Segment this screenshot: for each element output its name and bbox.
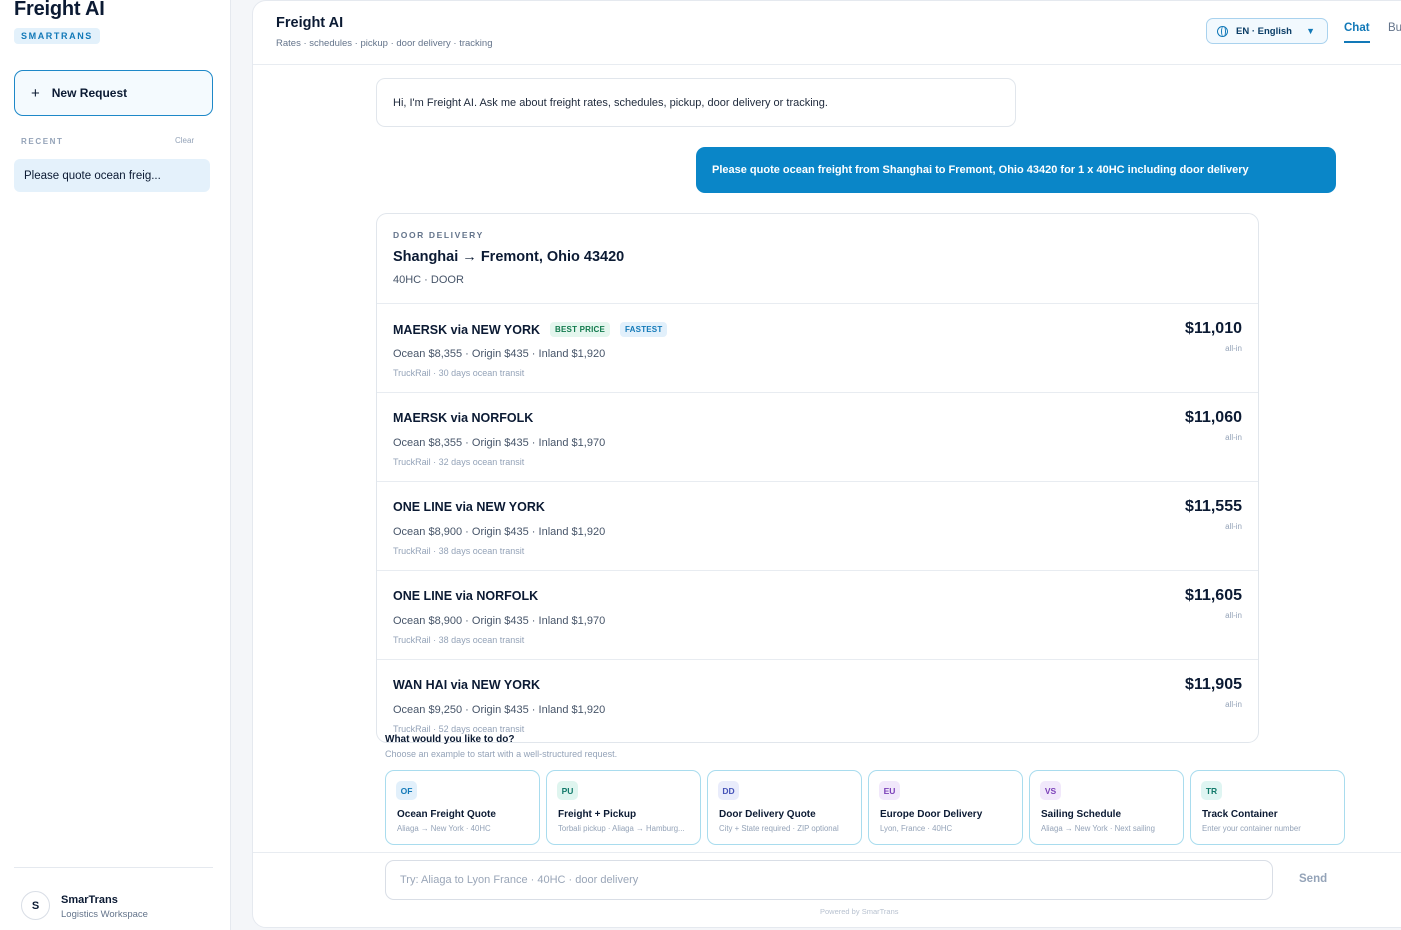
all-in-label: all-in	[1225, 433, 1242, 442]
suggestion-card[interactable]: TR Track Container Enter your container …	[1190, 770, 1345, 845]
all-in-label: all-in	[1225, 611, 1242, 620]
suggestion-chip-icon: OF	[396, 781, 417, 800]
quote-row[interactable]: WAN HAI via NEW YORK Ocean $9,250 · Orig…	[377, 659, 1258, 742]
suggestion-title: Ocean Freight Quote	[397, 809, 496, 820]
quote-row[interactable]: MAERSK via NEW YORK BEST PRICE FASTEST Oce…	[377, 303, 1258, 393]
all-in-label: all-in	[1225, 344, 1242, 353]
transit-info: TruckRail · 32 days ocean transit	[393, 457, 525, 467]
user-message: Please quote ocean freight from Shanghai…	[696, 147, 1336, 193]
user-role: Logistics Workspace	[61, 909, 148, 920]
carrier-route: ONE LINE via NORFOLK	[393, 589, 538, 603]
bot-message: Hi, I'm Freight AI. Ask me about freight…	[376, 78, 1016, 127]
recent-item[interactable]: Please quote ocean freig...	[14, 159, 210, 192]
recent-label: RECENT	[21, 137, 64, 146]
page-subtitle: Rates · schedules · pickup · door delive…	[276, 38, 493, 49]
suggestion-title: Freight + Pickup	[558, 809, 637, 820]
suggestion-subtitle: Lyon, France · 40HC	[880, 824, 953, 833]
suggestion-subtitle: Aliaga → New York · 40HC	[397, 824, 491, 833]
quote-eyebrow: DOOR DELIVERY	[393, 230, 484, 240]
language-select[interactable]: EN · English ▼	[1206, 18, 1328, 44]
cost-breakdown: Ocean $8,900 · Origin $435 · Inland $1,9…	[393, 615, 606, 627]
carrier-route: MAERSK via NEW YORK BEST PRICE FASTEST	[393, 322, 668, 337]
carrier-route-label: ONE LINE via NORFOLK	[393, 589, 539, 603]
suggestion-card[interactable]: PU Freight + Pickup Torbali pickup · Ali…	[546, 770, 701, 845]
suggestion-card[interactable]: VS Sailing Schedule Aliaga → New York · …	[1029, 770, 1184, 845]
cost-breakdown: Ocean $8,900 · Origin $435 · Inland $1,9…	[393, 526, 606, 538]
suggestion-subtitle: Torbali pickup · Aliaga → Hamburg...	[558, 824, 685, 833]
quote-route: Shanghai → Fremont, Ohio 43420	[393, 249, 625, 265]
suggestion-chip-icon: VS	[1040, 781, 1061, 800]
suggestion-subtitle: City + State required · ZIP optional	[719, 824, 839, 833]
all-in-label: all-in	[1225, 700, 1242, 709]
avatar[interactable]: S	[21, 891, 50, 920]
suggestion-subtitle: Aliaga → New York · Next sailing	[1041, 824, 1155, 833]
sidebar: Freight AI SMARTRANS + New Request RECEN…	[0, 0, 231, 930]
page-title: Freight AI	[276, 15, 344, 31]
chat-panel: Freight AI Rates · schedules · pickup · …	[252, 0, 1401, 928]
tab-chat[interactable]: Chat	[1344, 22, 1370, 43]
globe-icon	[1217, 25, 1228, 37]
carrier-route: ONE LINE via NEW YORK	[393, 500, 545, 514]
new-request-button[interactable]: + New Request	[14, 70, 213, 116]
total-price: $11,905	[1185, 676, 1242, 693]
transit-info: TruckRail · 38 days ocean transit	[393, 635, 525, 645]
carrier-route: MAERSK via NORFOLK	[393, 411, 533, 425]
carrier-route: WAN HAI via NEW YORK	[393, 678, 540, 692]
header-divider	[253, 64, 1401, 65]
tag-badge: BEST PRICE	[550, 322, 611, 337]
all-in-label: all-in	[1225, 522, 1242, 531]
suggestion-subtitle: Enter your container number	[1202, 824, 1301, 833]
suggestion-chip-icon: DD	[718, 781, 739, 800]
total-price: $11,605	[1185, 587, 1242, 604]
quote-row[interactable]: ONE LINE via NEW YORK Ocean $8,900 · Ori…	[377, 481, 1258, 571]
suggestion-title: Europe Door Delivery	[880, 809, 983, 820]
transit-info: TruckRail · 38 days ocean transit	[393, 546, 525, 556]
suggestions-subtitle: Choose an example to start with a well-s…	[385, 749, 618, 759]
quote-card: DOOR DELIVERY Shanghai → Fremont, Ohio 4…	[376, 213, 1259, 743]
transit-info: TruckRail · 30 days ocean transit	[393, 368, 525, 378]
suggestion-card[interactable]: DD Door Delivery Quote City + State requ…	[707, 770, 862, 845]
cost-breakdown: Ocean $9,250 · Origin $435 · Inland $1,9…	[393, 704, 606, 716]
language-label: EN · English	[1236, 25, 1292, 37]
user-name: SmarTrans	[61, 894, 118, 906]
suggestion-chip-icon: PU	[557, 781, 578, 800]
cost-breakdown: Ocean $8,355 · Origin $435 · Inland $1,9…	[393, 437, 606, 449]
quote-row[interactable]: ONE LINE via NORFOLK Ocean $8,900 · Orig…	[377, 570, 1258, 660]
powered-by: Powered by SmarTrans	[820, 907, 899, 916]
clear-recent-button[interactable]: Clear	[175, 136, 194, 145]
suggestion-card[interactable]: EU Europe Door Delivery Lyon, France · 4…	[868, 770, 1023, 845]
brand-badge: SMARTRANS	[14, 28, 100, 44]
total-price: $11,010	[1185, 320, 1242, 337]
carrier-route-label: MAERSK via NEW YORK	[393, 322, 541, 337]
total-price: $11,060	[1185, 409, 1242, 426]
quote-row[interactable]: MAERSK via NORFOLK Ocean $8,355 · Origin…	[377, 392, 1258, 482]
plus-icon: +	[31, 84, 40, 102]
cost-breakdown: Ocean $8,355 · Origin $435 · Inland $1,9…	[393, 348, 606, 360]
tag-badge: FASTEST	[620, 322, 668, 337]
suggestions-title: What would you like to do?	[385, 734, 515, 745]
suggestion-chip-icon: TR	[1201, 781, 1222, 800]
quote-equipment: 40HC · DOOR	[393, 274, 464, 286]
send-button[interactable]: Send	[1299, 873, 1327, 885]
suggestion-title: Track Container	[1202, 809, 1278, 820]
suggestion-title: Door Delivery Quote	[719, 809, 816, 820]
new-request-label: New Request	[51, 86, 128, 100]
carrier-route-label: MAERSK via NORFOLK	[393, 411, 534, 425]
total-price: $11,555	[1185, 498, 1242, 515]
sidebar-divider	[14, 867, 213, 868]
chat-input[interactable]	[385, 860, 1273, 900]
tab-bu[interactable]: Bu	[1388, 22, 1401, 34]
composer-divider	[253, 852, 1401, 853]
brand-title: Freight AI	[14, 0, 105, 20]
suggestion-title: Sailing Schedule	[1041, 809, 1122, 820]
transit-info: TruckRail · 52 days ocean transit	[393, 724, 525, 734]
suggestion-card[interactable]: OF Ocean Freight Quote Aliaga → New York…	[385, 770, 540, 845]
suggestion-chip-icon: EU	[879, 781, 900, 800]
carrier-route-label: WAN HAI via NEW YORK	[393, 678, 541, 692]
caret-down-icon: ▼	[1306, 26, 1315, 36]
carrier-route-label: ONE LINE via NEW YORK	[393, 500, 545, 514]
